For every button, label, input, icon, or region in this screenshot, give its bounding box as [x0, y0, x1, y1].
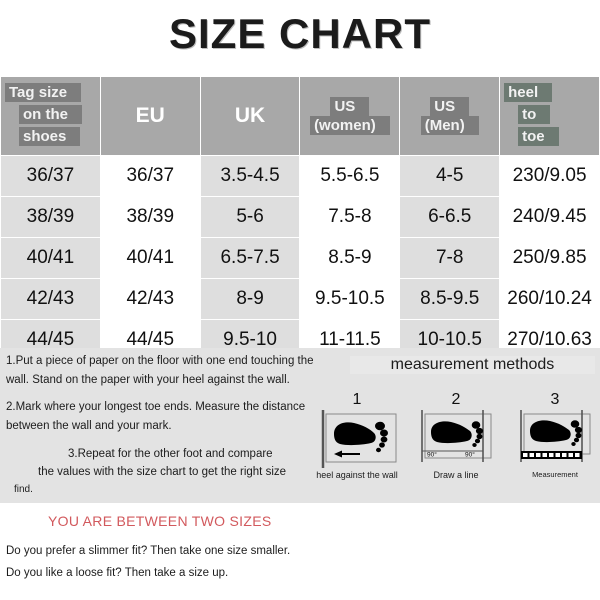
footprint-ruler-icon — [520, 410, 591, 462]
cell-us-men: 7-8 — [399, 237, 501, 279]
header-cell-tag-size: Tag size on the shoes — [0, 76, 101, 156]
header-line-tag-size: Tag size — [5, 82, 82, 102]
measurement-diagrams: 1 heel against the wall 2 90° 90° Draw a… — [312, 392, 600, 497]
instruction-text: 1.Put a piece of paper on the floor with… — [6, 352, 336, 507]
table-header-row: Tag size on the shoes EU UK US (women) U… — [0, 76, 600, 156]
cell-us-men: 8.5-9.5 — [399, 278, 501, 320]
header-line-on-the: on the — [19, 104, 82, 125]
cell-us-women: 5.5-6.5 — [299, 155, 401, 197]
table-row: 36/37 36/37 3.5-4.5 5.5-6.5 4-5 230/9.05 — [0, 155, 600, 197]
diagram-3-caption: Measurement — [532, 470, 578, 479]
cell-us-women: 8.5-9 — [299, 237, 401, 279]
page-title: SIZE CHART — [169, 10, 431, 57]
header-cell-eu: EU — [99, 76, 201, 156]
table-row: 40/41 40/41 6.5-7.5 8.5-9 7-8 250/9.85 — [0, 237, 600, 279]
between-two-sizes-heading: YOU ARE BETWEEN TWO SIZES — [48, 513, 272, 529]
footprint-two-lines-icon: 90° 90° — [421, 410, 492, 462]
header-cell-heel-to-toe: heel to toe — [499, 76, 600, 156]
header-stack-us-women: US (women) — [300, 77, 399, 155]
instruction-step-3-line-2: the values with the size chart to get th… — [38, 466, 287, 479]
cell-tag-size: 36/37 — [0, 155, 101, 197]
cell-tag-size: 42/43 — [0, 278, 101, 320]
header-line-us-w: US — [330, 96, 370, 116]
header-line-men: (Men) — [420, 116, 479, 136]
instruction-step-3-line-1: 3.Repeat for the other foot and compare — [68, 447, 273, 460]
header-line-shoes: shoes — [19, 127, 81, 147]
cell-uk: 5-6 — [199, 196, 301, 238]
cell-eu: 42/43 — [99, 278, 201, 320]
table-row: 42/43 42/43 8-9 9.5-10.5 8.5-9.5 260/10.… — [0, 278, 600, 320]
header-line-women: (women) — [310, 116, 390, 136]
instruction-step-3-line-3: find. — [14, 483, 33, 495]
cell-us-men: 4-5 — [399, 155, 501, 197]
cell-heel-to-toe: 250/9.85 — [499, 237, 600, 279]
loose-fit-text: Do you like a loose fit? Then take a siz… — [6, 567, 229, 579]
diagram-1: 1 heel against the wall — [312, 392, 402, 497]
diagram-3: 3 Measurement — [510, 392, 600, 497]
diagram-3-number: 3 — [550, 391, 560, 408]
diagram-1-number: 1 — [352, 391, 362, 408]
diagram-2-caption: Draw a line — [433, 470, 479, 480]
cell-eu: 36/37 — [99, 155, 201, 197]
instruction-step-2: 2.Mark where your longest toe ends. Meas… — [6, 401, 306, 432]
diagram-1-caption: heel against the wall — [316, 470, 398, 480]
header-cell-us-women: US (women) — [299, 76, 401, 156]
header-stack-us-men: US (Men) — [400, 77, 499, 155]
cell-tag-size: 40/41 — [0, 237, 101, 279]
cell-us-women: 7.5-8 — [299, 196, 401, 238]
diagram-2-angle-left: 90° — [427, 451, 437, 459]
cell-uk: 3.5-4.5 — [199, 155, 301, 197]
cell-heel-to-toe: 240/9.45 — [499, 196, 600, 238]
cell-heel-to-toe: 230/9.05 — [499, 155, 600, 197]
header-cell-uk: UK — [199, 76, 301, 156]
measurement-methods-title: measurement methods — [350, 356, 595, 374]
cell-us-men: 6-6.5 — [399, 196, 501, 238]
header-cell-us-men: US (Men) — [399, 76, 501, 156]
footprint-wall-icon — [321, 410, 397, 468]
diagram-2-angle-right: 90° — [465, 451, 475, 459]
header-stack-heel-to-toe: heel to toe — [500, 77, 599, 155]
cell-heel-to-toe: 260/10.24 — [499, 278, 600, 320]
instruction-step-1: 1.Put a piece of paper on the floor with… — [6, 355, 314, 386]
header-line-toe: toe — [518, 127, 559, 147]
size-chart-page: SIZE CHART Tag size on the shoes EU UK U… — [0, 0, 600, 600]
instruction-step-3: 3.Repeat for the other foot and compare … — [6, 445, 336, 498]
header-stack-tag-size: Tag size on the shoes — [1, 77, 100, 155]
cell-uk: 6.5-7.5 — [199, 237, 301, 279]
diagram-2-number: 2 — [451, 391, 461, 408]
header-line-to: to — [518, 104, 551, 125]
size-chart-table: Tag size on the shoes EU UK US (women) U… — [0, 76, 600, 361]
header-line-heel: heel — [504, 82, 553, 102]
diagram-2: 2 90° 90° Draw a line — [411, 392, 501, 497]
table-row: 38/39 38/39 5-6 7.5-8 6-6.5 240/9.45 — [0, 196, 600, 238]
cell-eu: 40/41 — [99, 237, 201, 279]
cell-us-women: 9.5-10.5 — [299, 278, 401, 320]
header-line-us-m: US — [430, 96, 470, 116]
cell-eu: 38/39 — [99, 196, 201, 238]
cell-uk: 8-9 — [199, 278, 301, 320]
slimmer-fit-text: Do you prefer a slimmer fit? Then take o… — [6, 545, 291, 557]
cell-tag-size: 38/39 — [0, 196, 101, 238]
